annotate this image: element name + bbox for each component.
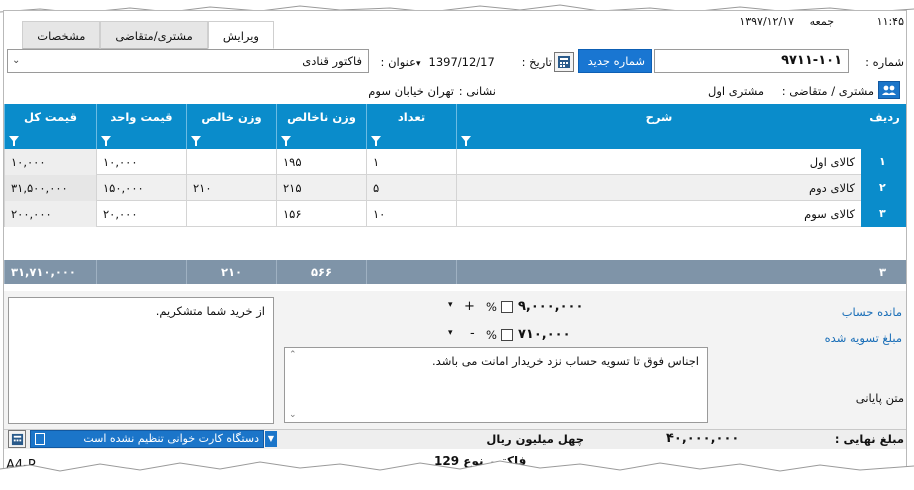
status-bar: دستگاه کارت خوانی تنظیم نشده است ▼ مبلغ … xyxy=(4,429,906,449)
table-row[interactable]: ۳۱,۵۰۰,۰۰۰ ۱۵۰,۰۰۰ ۲۱۰ ۲۱۵ ۵ کالای دوم xyxy=(4,175,861,201)
sub-percent-label: % xyxy=(486,328,497,342)
table-row[interactable]: ۱۰,۰۰۰ ۱۰,۰۰۰ ۱۹۵ ۱ کالای اول xyxy=(4,149,861,175)
add-stepper-arrow-icon[interactable]: ▾ xyxy=(448,300,453,310)
cell-qty: ۵ xyxy=(366,175,456,201)
calculator-icon[interactable] xyxy=(554,52,574,72)
cell-desc: کالای اول xyxy=(456,149,861,175)
new-number-button[interactable]: شماره جدید xyxy=(578,49,652,73)
dropdown-arrow-icon[interactable]: ▾ xyxy=(416,59,421,69)
sum-total: ۳۱,۷۱۰,۰۰۰ xyxy=(4,260,96,284)
address-label: نشانی : xyxy=(458,84,496,98)
number-label: شماره : xyxy=(865,55,904,69)
torn-edge-bottom xyxy=(0,460,914,490)
filter-icon[interactable] xyxy=(191,136,201,146)
sub-stepper-arrow-icon[interactable]: ▾ xyxy=(448,328,453,338)
number-input[interactable]: ۹۷۱۱-۱۰۱ xyxy=(654,49,849,73)
sum-desc xyxy=(456,260,861,284)
sub-percent-checkbox[interactable] xyxy=(501,329,513,341)
final-text-label: متن پایانی xyxy=(855,391,904,405)
cell-net-weight xyxy=(186,201,276,227)
terms-note[interactable]: اجناس فوق تا تسویه حساب نزد خریدار امانت… xyxy=(284,347,708,423)
invoice-window: ۱۱:۴۵ جمعه ۱۳۹۷/۱۲/۱۷ ویرایش مشتری/متقاض… xyxy=(3,10,907,480)
minus-button[interactable]: - xyxy=(470,326,484,341)
cell-gross-weight: ۱۵۶ xyxy=(276,201,366,227)
summary-bar: ۳۱,۷۱۰,۰۰۰ ۲۱۰ ۵۶۶ ۳ xyxy=(4,260,906,284)
col-header-desc[interactable]: شرح xyxy=(456,104,861,149)
sum-gross-weight: ۵۶۶ xyxy=(276,260,366,284)
tab-edit[interactable]: ویرایش xyxy=(207,21,274,49)
col-header-row[interactable]: ردیف xyxy=(861,104,906,149)
plus-button[interactable]: + xyxy=(464,299,478,314)
col-header-gross-weight[interactable]: وزن ناخالص xyxy=(276,104,366,149)
sum-count: ۳ xyxy=(879,265,887,279)
add-percent-checkbox[interactable] xyxy=(501,301,513,313)
chevron-down-icon[interactable]: ▼ xyxy=(265,431,277,447)
clock: ۱۱:۴۵ xyxy=(876,15,904,28)
col-header-total[interactable]: قیمت کل xyxy=(4,104,96,149)
title-select[interactable]: فاکتور قنادی ⌄ xyxy=(7,49,369,73)
items-grid: قیمت کل قیمت واحد وزن خالص وزن ناخالص تع… xyxy=(4,104,906,284)
cell-net-weight xyxy=(186,149,276,175)
customer-label: مشتری / متقاضی : xyxy=(781,84,874,98)
calculator-icon[interactable] xyxy=(8,430,26,448)
tab-bar: ویرایش مشتری/متقاضی مشخصات xyxy=(4,21,274,49)
row-number: ۲ xyxy=(861,175,906,201)
filter-icon[interactable] xyxy=(9,136,19,146)
table-row[interactable]: ۲۰۰,۰۰۰ ۲۰,۰۰۰ ۱۵۶ ۱۰ کالای سوم xyxy=(4,201,861,227)
cell-desc: کالای دوم xyxy=(456,175,861,201)
date-input[interactable]: ▾ 1397/12/17 xyxy=(416,55,510,69)
title-label: عنوان : xyxy=(380,55,416,69)
footer-panel: از خرید شما متشکریم. + ▾ % ۹,۰۰۰,۰۰۰ - ▾… xyxy=(4,291,906,431)
col-header-qty[interactable]: تعداد xyxy=(366,104,456,149)
filter-icon[interactable] xyxy=(281,136,291,146)
row-number: ۳ xyxy=(861,201,906,227)
final-amount-label: مبلغ نهایی : xyxy=(834,432,904,446)
filter-icon[interactable] xyxy=(371,136,381,146)
cell-desc: کالای سوم xyxy=(456,201,861,227)
address-value: تهران خیابان سوم xyxy=(368,84,454,98)
cell-gross-weight: ۲۱۵ xyxy=(276,175,366,201)
cell-net-weight: ۲۱۰ xyxy=(186,175,276,201)
thanks-note[interactable]: از خرید شما متشکریم. xyxy=(8,297,274,424)
weekday: جمعه xyxy=(809,15,834,28)
final-amount: ۴۰,۰۰۰,۰۰۰ xyxy=(666,431,740,446)
cell-total: ۱۰,۰۰۰ xyxy=(4,149,96,175)
cell-total: ۲۰۰,۰۰۰ xyxy=(4,201,96,227)
customer-picker-icon[interactable] xyxy=(878,81,900,99)
sub-amount: ۷۱۰,۰۰۰ xyxy=(518,327,571,342)
balance-label[interactable]: مانده حساب xyxy=(812,305,902,319)
col-header-net-weight[interactable]: وزن خالص xyxy=(186,104,276,149)
scroll-down-icon[interactable]: ⌄ xyxy=(289,410,297,420)
filter-icon[interactable] xyxy=(461,136,471,146)
card-reader-icon xyxy=(35,433,45,445)
date-display: ۱۳۹۷/۱۲/۱۷ xyxy=(739,15,794,28)
sum-qty xyxy=(366,260,456,284)
sum-unit-price xyxy=(96,260,186,284)
col-header-unit-price[interactable]: قیمت واحد xyxy=(96,104,186,149)
card-reader-status[interactable]: دستگاه کارت خوانی تنظیم نشده است ▼ xyxy=(30,430,277,448)
cell-unit-price: ۱۵۰,۰۰۰ xyxy=(96,175,186,201)
tab-customer[interactable]: مشتری/متقاضی xyxy=(100,21,208,49)
cell-gross-weight: ۱۹۵ xyxy=(276,149,366,175)
chevron-down-icon[interactable]: ⌄ xyxy=(12,50,20,72)
add-amount: ۹,۰۰۰,۰۰۰ xyxy=(518,299,584,314)
cell-unit-price: ۱۰,۰۰۰ xyxy=(96,149,186,175)
add-percent-label: % xyxy=(486,300,497,314)
row-number: ۱ xyxy=(861,149,906,175)
cell-total: ۳۱,۵۰۰,۰۰۰ xyxy=(4,175,96,201)
date-label: تاریخ : xyxy=(521,55,552,69)
cell-qty: ۱ xyxy=(366,149,456,175)
settled-label[interactable]: مبلغ تسویه شده xyxy=(812,331,902,345)
sum-net-weight: ۲۱۰ xyxy=(186,260,276,284)
cell-qty: ۱۰ xyxy=(366,201,456,227)
filter-icon[interactable] xyxy=(101,136,111,146)
final-amount-words: چهل میلیون ریال xyxy=(486,432,584,446)
customer-value: مشتری اول xyxy=(708,84,764,98)
tab-details[interactable]: مشخصات xyxy=(22,21,101,49)
scroll-up-icon[interactable]: ⌃ xyxy=(289,350,297,360)
cell-unit-price: ۲۰,۰۰۰ xyxy=(96,201,186,227)
